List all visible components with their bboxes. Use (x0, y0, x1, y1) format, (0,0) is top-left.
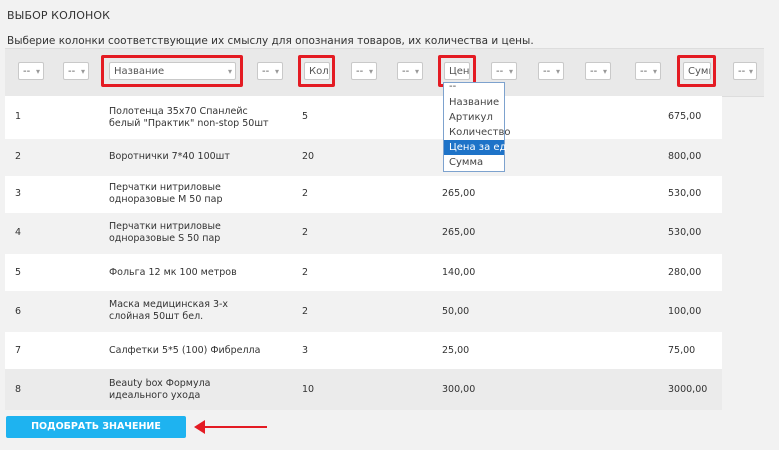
pointer-arrow-line (203, 426, 267, 428)
highlight-name-column (101, 55, 243, 87)
arrow-left-icon (194, 420, 205, 434)
chevron-down-icon: ▾ (602, 67, 607, 76)
column-select-12[interactable]: -- ▾ (635, 62, 661, 80)
chevron-down-icon: ▾ (652, 67, 657, 76)
chevron-down-icon: ▾ (414, 67, 419, 76)
table-row: 4 Перчатки нитриловые одноразовые S 50 п… (5, 213, 722, 254)
column-select-11[interactable]: -- ▾ (585, 62, 611, 80)
match-values-button[interactable]: ПОДОБРАТЬ ЗНАЧЕНИЕ (6, 416, 186, 438)
page-title: ВЫБОР КОЛОНОК (7, 9, 111, 22)
dropdown-option[interactable]: Количество (444, 125, 511, 140)
table-row: 7 Салфетки 5*5 (100) Фибрелла 3 25,00 75… (5, 332, 722, 369)
table-row: 8 Beauty box Формула идеального ухода 10… (5, 369, 722, 410)
highlight-qty-column (298, 55, 335, 87)
column-type-dropdown: -- Название Артикул Количество Цена за е… (443, 82, 511, 172)
column-select-9[interactable]: -- ▾ (491, 62, 517, 80)
column-select-14[interactable]: -- ▾ (733, 62, 757, 80)
dropdown-option[interactable]: Артикул (444, 110, 504, 125)
dropdown-option[interactable]: Сумма (444, 155, 504, 170)
table-row: 6 Маска медицинская 3-х слойная 50шт бел… (5, 291, 722, 332)
highlight-sum-column (677, 55, 716, 87)
column-select-7[interactable]: -- ▾ (397, 62, 423, 80)
chevron-down-icon: ▾ (274, 67, 279, 76)
table-row: 1 Полотенца 35х70 Спанлейс белый "Практи… (5, 96, 722, 139)
column-select-1[interactable]: -- ▾ (18, 62, 44, 80)
chevron-down-icon: ▾ (368, 67, 373, 76)
dropdown-option-selected[interactable]: Цена за ед (444, 140, 506, 155)
chevron-down-icon: ▾ (508, 67, 513, 76)
table-row: 3 Перчатки нитриловые одноразовые M 50 п… (5, 176, 722, 213)
chevron-down-icon: ▾ (80, 67, 85, 76)
chevron-down-icon: ▾ (35, 67, 40, 76)
chevron-down-icon: ▾ (555, 67, 560, 76)
table-row: 2 Воротнички 7*40 100шт 20 800,00 (5, 139, 722, 176)
column-select-4[interactable]: -- ▾ (257, 62, 283, 80)
column-select-6[interactable]: -- ▾ (351, 62, 377, 80)
table-row: 5 Фольга 12 мк 100 метров 2 140,00 280,0… (5, 254, 722, 291)
column-select-2[interactable]: -- ▾ (63, 62, 89, 80)
chevron-down-icon: ▾ (748, 67, 753, 76)
instructions-text: Выберие колонки соответствующие их смысл… (7, 35, 534, 47)
column-select-10[interactable]: -- ▾ (538, 62, 564, 80)
dropdown-option[interactable]: -- (444, 82, 504, 95)
dropdown-option[interactable]: Название (444, 95, 504, 110)
